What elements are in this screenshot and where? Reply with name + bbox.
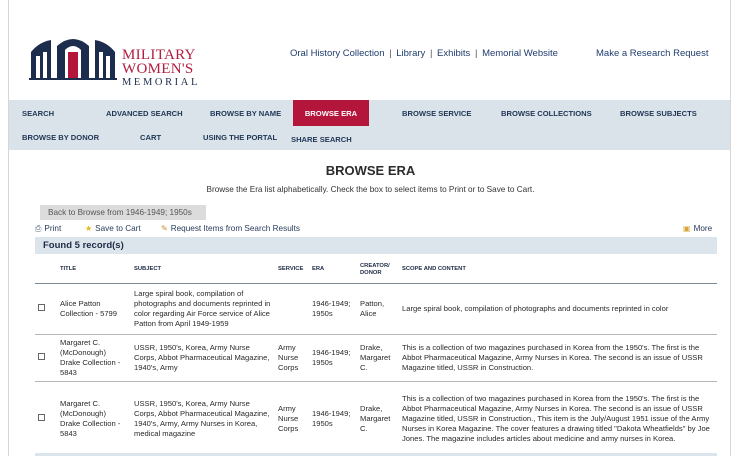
top-links: Oral History Collection | Library | Exhi… — [290, 48, 558, 59]
row-creator: Drake, Margaret C. — [357, 333, 399, 381]
nav-browse-subjects[interactable]: BROWSE SUBJECTS — [620, 109, 697, 118]
print-label: Print — [44, 224, 62, 233]
nav-share-search[interactable]: SHARE SEARCH — [291, 135, 352, 144]
nav-browse-by-name[interactable]: BROWSE BY NAME — [210, 109, 281, 118]
save-label: Save to Cart — [95, 224, 141, 233]
link-memorial-website[interactable]: Memorial Website — [482, 48, 558, 59]
nav-using-the-portal[interactable]: USING THE PORTAL — [203, 133, 277, 142]
memorial-logo[interactable] — [29, 34, 117, 80]
row-title[interactable]: Margaret C. (McDonough) Drake Collection… — [57, 380, 131, 456]
col-service-header[interactable]: SERVICE — [275, 257, 309, 283]
row-checkbox[interactable] — [38, 413, 45, 421]
main-nav: SEARCH ADVANCED SEARCH BROWSE BY NAME BR… — [9, 100, 730, 150]
row-scope: This is a collection of two magazines pu… — [399, 380, 717, 456]
page-title: BROWSE ERA — [325, 163, 416, 178]
row-service: Army Nurse Corps — [275, 380, 309, 456]
col-era-header[interactable]: ERA — [309, 257, 357, 283]
nav-browse-by-donor[interactable]: BROWSE BY DONOR — [22, 133, 99, 142]
logo-line-2: WOMEN'S — [122, 61, 194, 77]
export-icon: ▣ — [683, 224, 691, 233]
results-count: Found 5 record(s) — [35, 237, 717, 254]
page-frame: MILITARY WOMEN'S MEMORIAL Oral History C… — [8, 0, 731, 456]
row-title[interactable]: Alice Patton Collection - 5799 — [57, 282, 131, 334]
row-service — [275, 282, 309, 334]
star-icon: ★ — [85, 224, 93, 233]
row-era: 1946-1949; 1950s — [309, 333, 357, 381]
link-separator: | — [389, 48, 392, 59]
row-creator: Patton, Alice — [357, 282, 399, 334]
printer-icon: ⎙ — [35, 224, 42, 233]
nav-browse-era[interactable]: BROWSE ERA — [293, 100, 369, 126]
link-exhibits[interactable]: Exhibits — [437, 48, 470, 59]
logo-line-3: MEMORIAL — [122, 77, 200, 88]
row-creator: Drake, Margaret C. — [357, 380, 399, 456]
link-library[interactable]: Library — [396, 48, 425, 59]
results-toolbar: ⎙ Print ★ Save to Cart ✎ Request Items from… — [35, 224, 719, 236]
edit-icon: ✎ — [161, 224, 168, 233]
page-intro: Browse the Era list alphabetically. Chec… — [206, 185, 535, 194]
row-era: 1946-1949; 1950s — [309, 282, 357, 334]
col-title-header[interactable]: TITLE — [57, 257, 131, 283]
nav-browse-collections[interactable]: BROWSE COLLECTIONS — [501, 109, 592, 118]
link-separator: | — [429, 48, 433, 59]
col-scope-header[interactable]: SCOPE AND CONTENT — [399, 257, 717, 283]
table-header-row: TITLE SUBJECT SERVICE ERA CREATOR/ DONOR… — [35, 257, 717, 283]
print-button[interactable]: ⎙ Print — [35, 224, 61, 234]
request-items-button[interactable]: ✎ Request Items from Search Results — [161, 224, 300, 233]
nav-search[interactable]: SEARCH — [22, 109, 54, 118]
link-oral-history[interactable]: Oral History Collection — [290, 48, 385, 59]
table-row: Alice Patton Collection - 5799 Large spi… — [35, 282, 717, 334]
row-subject: Large spiral book, compilation of photog… — [131, 282, 275, 334]
logo-wordmark: MILITARY WOMEN'S MEMORIAL — [122, 48, 200, 90]
table-row: Margaret C. (McDonough) Drake Collection… — [35, 333, 717, 381]
row-service: Army Nurse Corps — [275, 333, 309, 381]
back-to-browse-button[interactable]: Back to Browse from 1946-1949; 1950s — [40, 205, 206, 220]
results-table: TITLE SUBJECT SERVICE ERA CREATOR/ DONOR… — [35, 257, 717, 456]
row-checkbox[interactable] — [38, 352, 45, 360]
research-request-link[interactable]: Make a Research Request — [596, 48, 708, 59]
row-checkbox[interactable] — [38, 303, 45, 311]
row-subject: USSR, 1950's, Korea, Army Nurse Corps, A… — [131, 333, 275, 381]
site-header: MILITARY WOMEN'S MEMORIAL Oral History C… — [9, 0, 730, 100]
nav-browse-service[interactable]: BROWSE SERVICE — [402, 109, 471, 118]
link-separator: | — [474, 48, 478, 59]
logo-line-1: MILITARY — [122, 47, 196, 63]
nav-advanced-search[interactable]: ADVANCED SEARCH — [106, 109, 183, 118]
row-scope: This is a collection of two magazines pu… — [399, 333, 717, 381]
row-title[interactable]: Margaret C. (McDonough) Drake Collection… — [57, 333, 131, 381]
col-subject-header[interactable]: SUBJECT — [131, 257, 275, 283]
save-to-cart-button[interactable]: ★ Save to Cart — [85, 224, 141, 233]
table-row: Margaret C. (McDonough) Drake Collection… — [35, 380, 717, 456]
nav-cart[interactable]: CART — [140, 133, 161, 142]
row-scope: Large spiral book, compilation of photog… — [399, 282, 717, 334]
row-subject: USSR, 1950's, Korea, Army Nurse Corps, A… — [131, 380, 275, 456]
row-era: 1946-1949; 1950s — [309, 380, 357, 456]
col-creator-header[interactable]: CREATOR/ DONOR — [357, 257, 399, 283]
request-label: Request Items from Search Results — [170, 224, 300, 233]
more-label: More — [693, 224, 713, 233]
more-button[interactable]: ▣ More — [683, 224, 712, 233]
